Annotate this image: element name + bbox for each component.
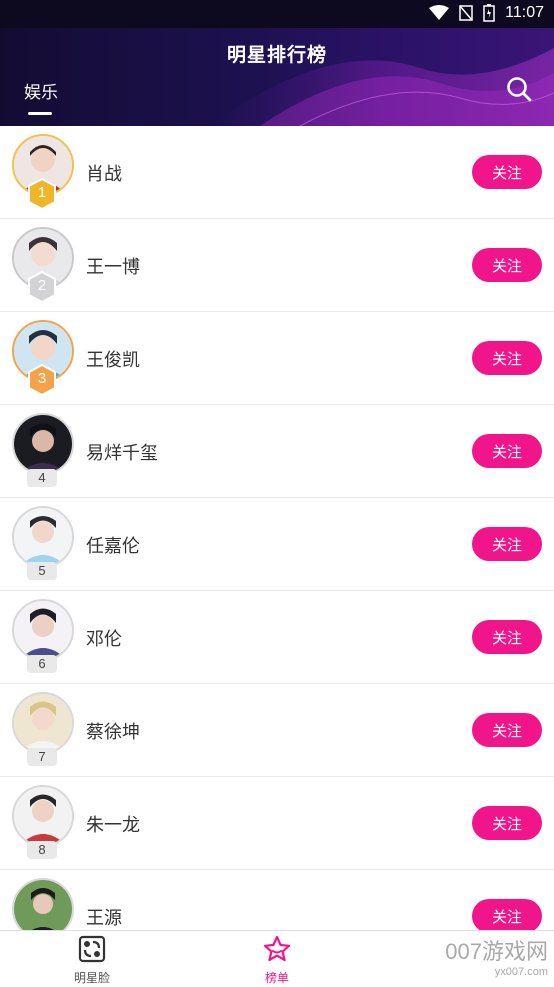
rank-medal: 2	[27, 270, 57, 304]
list-item[interactable]: 1 肖战 关注	[0, 126, 554, 219]
rank-number: 6	[27, 655, 57, 673]
ranking-list: 1 肖战 关注 2 王一博 关注 3 王俊凯 关注 4 易烊千玺 关注 5 任嘉…	[0, 126, 554, 963]
star-name: 邓伦	[86, 629, 122, 650]
nav-item-ranking[interactable]: 榜单	[227, 935, 327, 986]
rank-number: 8	[27, 841, 57, 859]
page-title: 明星排行榜	[226, 44, 327, 66]
status-time: 11:07	[505, 4, 544, 21]
rank-medal: 1	[27, 177, 57, 211]
battery-icon	[483, 4, 495, 22]
tab-entertainment[interactable]: 娱乐	[24, 78, 58, 103]
rank-number: 5	[27, 562, 57, 580]
follow-button[interactable]: 关注	[472, 527, 542, 561]
header: 明星排行榜 娱乐	[0, 28, 554, 126]
follow-button[interactable]: 关注	[472, 806, 542, 840]
star-name: 任嘉伦	[86, 536, 140, 557]
no-signal-icon	[459, 5, 473, 21]
follow-button[interactable]: 关注	[472, 899, 542, 933]
list-item[interactable]: 6 邓伦 关注	[0, 591, 554, 684]
nav-label: 榜单	[264, 971, 289, 985]
list-item[interactable]: 4 易烊千玺 关注	[0, 405, 554, 498]
star-name: 王一博	[86, 257, 140, 278]
rank-number: 3	[37, 370, 47, 387]
rank-number: 2	[37, 277, 47, 294]
nav-label: 明星脸	[73, 971, 110, 985]
star-name: 蔡徐坤	[86, 722, 140, 743]
star-name: 易烊千玺	[86, 443, 158, 464]
follow-button[interactable]: 关注	[472, 248, 542, 282]
rank-number: 7	[27, 748, 57, 766]
follow-button[interactable]: 关注	[472, 155, 542, 189]
list-item[interactable]: 5 任嘉伦 关注	[0, 498, 554, 591]
avatar	[12, 506, 74, 568]
rank-number: 1	[37, 184, 47, 201]
avatar	[12, 785, 74, 847]
search-icon[interactable]	[506, 76, 532, 102]
avatar	[12, 692, 74, 754]
follow-button[interactable]: 关注	[472, 341, 542, 375]
wifi-icon	[429, 5, 450, 20]
avatar	[12, 599, 74, 661]
follow-button[interactable]: 关注	[472, 713, 542, 747]
follow-button[interactable]: 关注	[472, 620, 542, 654]
face-scan-icon	[78, 935, 106, 963]
star-name: 肖战	[86, 164, 122, 185]
nav-item-star-face[interactable]: 明星脸	[42, 935, 142, 986]
star-name: 王俊凯	[86, 350, 140, 371]
list-item[interactable]: 8 朱一龙 关注	[0, 777, 554, 870]
star-name: 王源	[86, 908, 122, 929]
watermark-main: 007游戏网	[445, 939, 548, 964]
watermark: 007游戏网 yx007.com	[445, 934, 548, 978]
rank-number: 4	[27, 469, 57, 487]
list-item[interactable]: 2 王一博 关注	[0, 219, 554, 312]
status-bar: 11:07	[0, 0, 554, 28]
watermark-sub: yx007.com	[494, 966, 548, 978]
avatar	[12, 413, 74, 475]
star-icon	[263, 935, 291, 962]
list-item[interactable]: 7 蔡徐坤 关注	[0, 684, 554, 777]
list-item[interactable]: 3 王俊凯 关注	[0, 312, 554, 405]
follow-button[interactable]: 关注	[472, 434, 542, 468]
tab-underline	[28, 112, 52, 115]
rank-medal: 3	[27, 363, 57, 397]
star-name: 朱一龙	[86, 815, 140, 836]
